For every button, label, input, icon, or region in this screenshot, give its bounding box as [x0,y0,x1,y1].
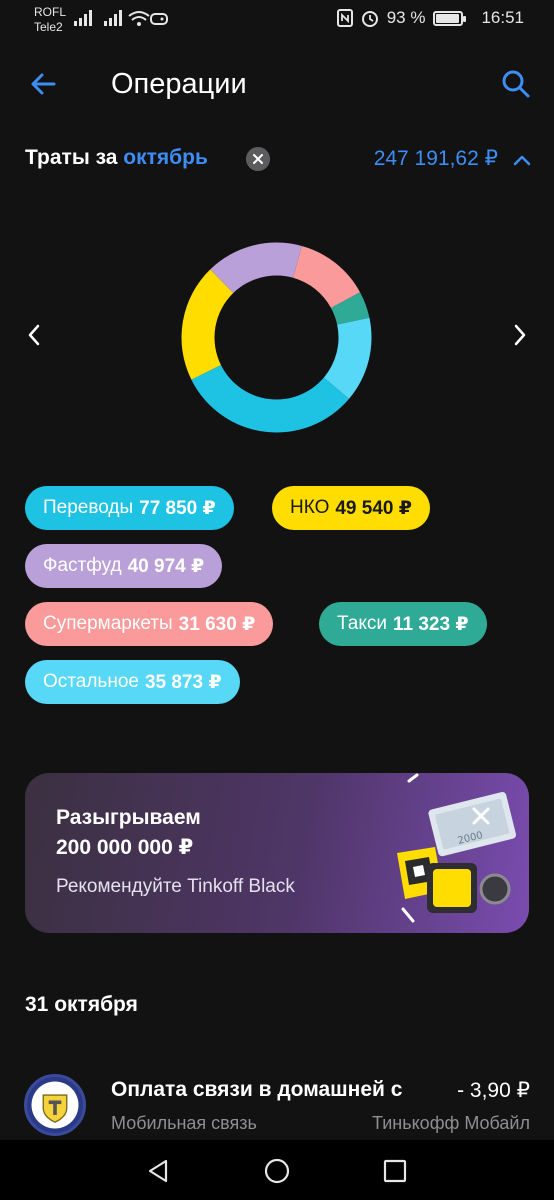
promo-subtitle: Рекомендуйте Tinkoff Black [56,876,295,897]
app-header: Операции [0,56,554,112]
operation-row[interactable]: Оплата связи в домашней с - 3,90 ₽ Мобил… [0,1068,554,1144]
chip-amount: 49 540 ₽ [335,497,412,519]
spending-donut-chart [181,242,372,433]
chip-amount: 11 323 ₽ [392,613,469,635]
clock: 16:51 [481,8,524,27]
chip-label: Переводы [43,497,134,518]
chip-other[interactable]: Остальное 35 873 ₽ [25,660,240,704]
promo-illustration: 2000 [397,773,516,923]
chip-amount: 77 850 ₽ [139,497,216,519]
chip-transfers[interactable]: Переводы 77 850 ₽ [25,486,234,530]
battery-percent: 93 % [386,8,426,27]
next-month-icon[interactable] [508,320,532,350]
operation-amount: - 3,90 ₽ [457,1079,530,1102]
chip-amount: 40 974 ₽ [127,555,205,577]
spending-prefix: Траты за [25,146,118,169]
chip-amount: 31 630 ₽ [178,613,256,635]
chip-supermarkets[interactable]: Супермаркеты 31 630 ₽ [25,602,274,646]
game-icon [150,13,168,25]
previous-month-icon[interactable] [22,320,46,350]
signal-icon [74,10,92,26]
donut-slice-2 [181,269,234,380]
nav-home-icon[interactable] [263,1157,291,1185]
status-right: 93 % 16:51 [336,8,524,28]
carrier-info: ROFL Tele2 [34,5,66,35]
clear-filter-icon[interactable] [246,147,270,171]
nfc-icon [336,9,353,27]
chip-label: Супермаркеты [43,613,173,634]
promo-banner[interactable]: Разыгрываем 200 000 000 ₽ Рекомендуйте T… [25,773,529,933]
donut-slice-1 [191,365,349,433]
close-icon[interactable] [467,802,495,830]
chip-label: НКО [290,497,330,518]
date-header: 31 октября [25,993,138,1016]
promo-title-line-1: Разыгрываем [56,806,201,829]
nav-back-icon[interactable] [144,1157,172,1185]
chip-label: Такси [337,613,387,634]
operation-category: Мобильная связь [111,1113,257,1133]
title-fade [405,1076,445,1106]
system-nav-bar [0,1140,554,1200]
spending-label: Траты за октябрь [25,146,208,170]
signal-icon [104,10,122,26]
back-arrow-icon[interactable] [26,66,62,102]
chip-nko[interactable]: НКО 49 540 ₽ [272,486,430,530]
chip-amount: 35 873 ₽ [144,671,222,693]
carrier-name-1: ROFL [34,5,67,19]
promo-title-line-2: 200 000 000 ₽ [56,836,194,859]
wifi-icon [128,11,150,26]
operation-title: Оплата связи в домашней с [111,1078,403,1101]
spending-total[interactable]: 247 191,62 ₽ [374,146,498,171]
operation-bank: Тинькофф Мобайл [372,1113,530,1133]
chip-label: Остальное [43,671,139,692]
battery-icon [433,10,467,26]
carrier-name-2: Tele2 [34,20,63,34]
chip-label: Фастфуд [43,555,122,576]
alarm-icon [361,11,378,27]
status-bar: ROFL Tele2 93 % 16:51 [0,0,554,46]
chip-taxi[interactable]: Такси 11 323 ₽ [319,602,487,646]
page-title: Операции [111,68,247,100]
month-selector[interactable]: октябрь [123,146,208,169]
nav-recents-icon[interactable] [381,1157,409,1185]
search-icon[interactable] [498,66,534,102]
chevron-up-icon[interactable] [512,150,532,170]
promo-title: Разыгрываем 200 000 000 ₽ [56,803,296,863]
spending-summary: Траты за октябрь 247 191,62 ₽ [0,140,554,180]
chip-fastfood[interactable]: Фастфуд 40 974 ₽ [25,544,223,588]
tinkoff-logo-icon [24,1074,86,1136]
